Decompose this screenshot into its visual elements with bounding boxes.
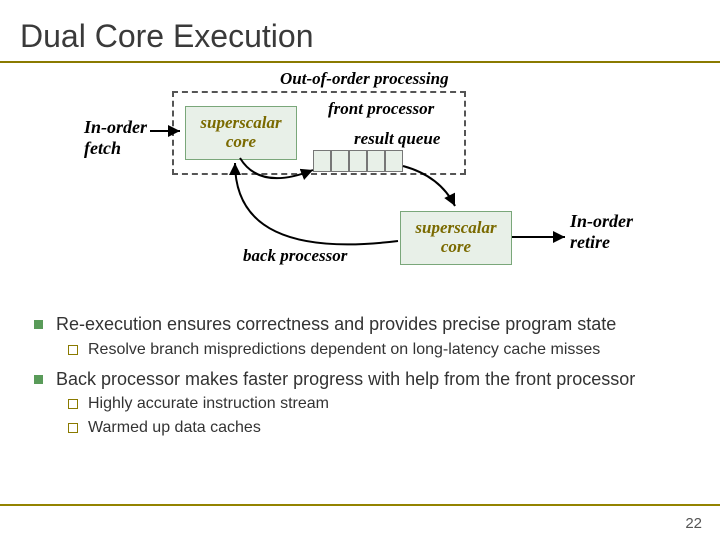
bullet-1: Re-execution ensures correctness and pro… — [34, 313, 690, 336]
sub-bullet-1-1: Resolve branch mispredictions dependent … — [68, 340, 690, 360]
square-bullet-icon — [34, 320, 43, 329]
bullet-text: Resolve branch mispredictions dependent … — [88, 341, 600, 358]
bullet-text: Back processor makes faster progress wit… — [56, 369, 635, 389]
hollow-square-bullet-icon — [68, 423, 78, 433]
diagram: In-order fetch Out-of-order processing s… — [80, 71, 640, 301]
slide-title: Dual Core Execution — [0, 0, 720, 61]
bullet-text: Highly accurate instruction stream — [88, 395, 329, 412]
page-number: 22 — [685, 515, 702, 532]
body-content: Re-execution ensures correctness and pro… — [0, 301, 720, 438]
bullet-text: Warmed up data caches — [88, 419, 261, 436]
hollow-square-bullet-icon — [68, 345, 78, 355]
bullet-2: Back processor makes faster progress wit… — [34, 368, 690, 391]
footer-rule — [0, 504, 720, 506]
title-rule — [0, 61, 720, 63]
square-bullet-icon — [34, 375, 43, 384]
arrows — [80, 71, 640, 301]
bullet-text: Re-execution ensures correctness and pro… — [56, 314, 616, 334]
sub-bullet-2-2: Warmed up data caches — [68, 418, 690, 438]
hollow-square-bullet-icon — [68, 399, 78, 409]
sub-bullet-2-1: Highly accurate instruction stream — [68, 394, 690, 414]
slide: Dual Core Execution In-order fetch Out-o… — [0, 0, 720, 540]
